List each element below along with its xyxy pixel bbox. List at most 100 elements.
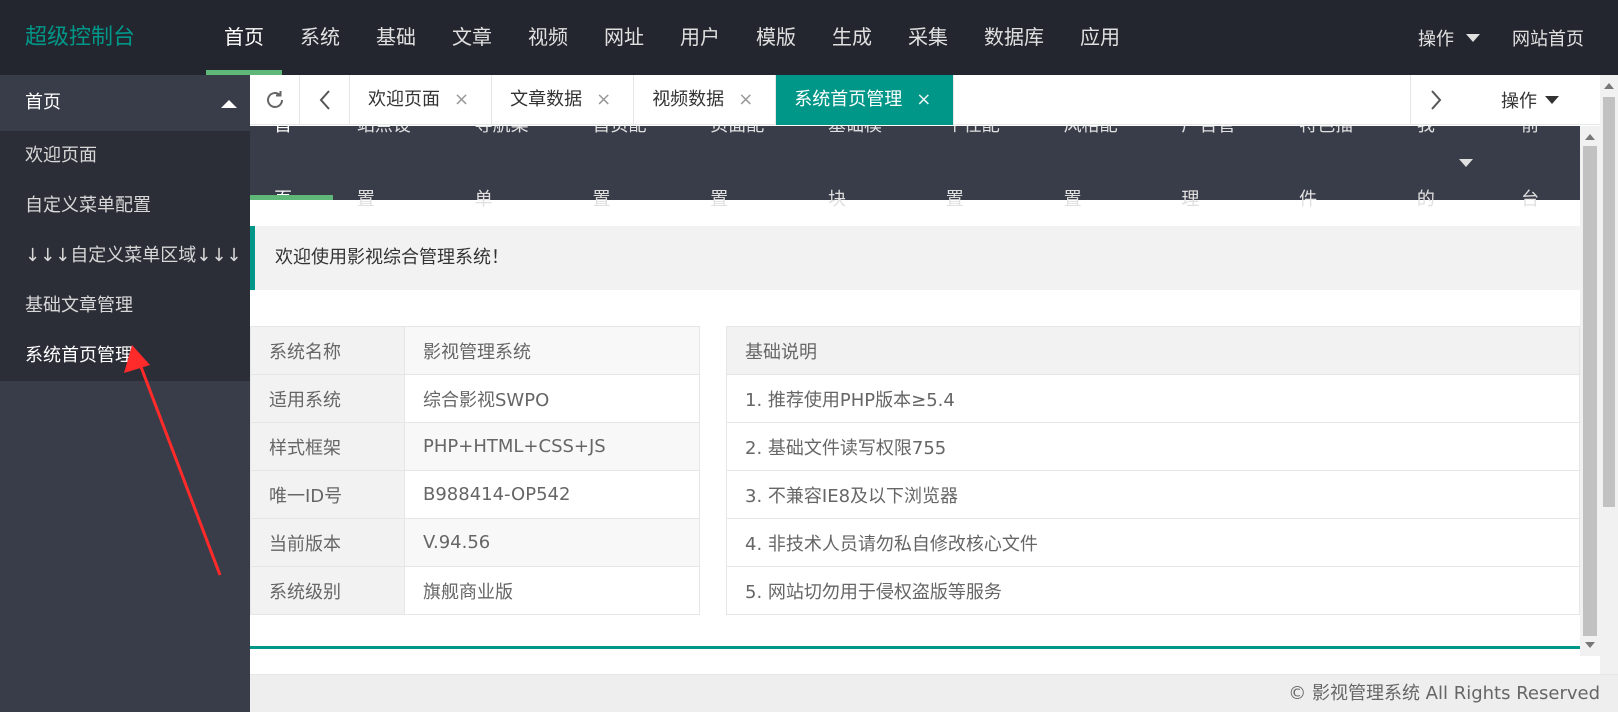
table-row: 系统级别 旗舰商业版 [250, 566, 700, 615]
tab-ops-dropdown[interactable]: 操作 [1460, 75, 1600, 125]
system-info-table: 系统名称 影视管理系统 适用系统 综合影视SWPO 样式框架 PHP+HTML+CSS… [250, 326, 700, 615]
scroll-up-icon[interactable] [1585, 134, 1595, 140]
subnav-nav-menu[interactable]: 导航菜单 [451, 126, 569, 210]
note-item: 2. 基础文件读写权限755 [726, 422, 1580, 471]
subnav-ad-management[interactable]: 广告管理 [1157, 126, 1275, 210]
table-row: 5. 网站切勿用于侵权盗版等服务 [726, 566, 1580, 615]
close-icon[interactable]: × [596, 75, 611, 125]
top-nav-database[interactable]: 数据库 [966, 0, 1062, 75]
brand-title[interactable]: 超级控制台 [25, 0, 135, 75]
subnav-mine-dropdown[interactable]: 我的 [1393, 126, 1497, 210]
subnav-site-settings[interactable]: 站点设置 [333, 126, 451, 210]
table-row: 唯一ID号 B988414-OP542 [250, 470, 700, 519]
tab-list: 欢迎页面 × 文章数据 × 视频数据 × 系统首页管理 × [350, 75, 955, 125]
subnav-style-config[interactable]: 风格配置 [1040, 126, 1158, 210]
note-item: 3. 不兼容IE8及以下浏览器 [726, 470, 1580, 519]
table-row: 适用系统 综合影视SWPO [250, 374, 700, 423]
sidebar-item-custom-menu-config[interactable]: 自定义菜单配置 [0, 181, 250, 231]
top-nav-system[interactable]: 系统 [282, 0, 358, 75]
sidebar-group-home[interactable]: 首页 [0, 75, 250, 131]
tab-article-data[interactable]: 文章数据 × [492, 75, 635, 125]
subnav-home-config[interactable]: 首页配置 [568, 126, 686, 210]
table-row: 1. 推荐使用PHP版本≥5.4 [726, 374, 1580, 423]
tab-ops-label: 操作 [1501, 91, 1537, 112]
info-key: 唯一ID号 [250, 470, 405, 519]
tab-next-button[interactable] [1410, 75, 1460, 125]
tab-welcome[interactable]: 欢迎页面 × [350, 75, 493, 125]
table-row: 4. 非技术人员请勿私自修改核心文件 [726, 518, 1580, 567]
top-ops-label: 操作 [1418, 28, 1454, 50]
subnav-home[interactable]: 首页 [250, 126, 333, 210]
top-nav-generate[interactable]: 生成 [814, 0, 890, 75]
caret-down-icon [1459, 159, 1474, 167]
sidebar-group-label: 首页 [25, 92, 61, 113]
welcome-notice: 欢迎使用影视综合管理系统！ [250, 226, 1580, 290]
frame-scrollbar-thumb[interactable] [1583, 146, 1597, 636]
info-value: B988414-OP542 [404, 470, 700, 519]
footer-copyright: © 影视管理系统 All Rights Reserved [250, 674, 1618, 712]
basic-notes-table: 基础说明 1. 推荐使用PHP版本≥5.4 2. 基础文件读写权限755 3. … [726, 326, 1580, 615]
tab-label: 文章数据 [510, 89, 583, 110]
note-item: 1. 推荐使用PHP版本≥5.4 [726, 374, 1580, 423]
subnav-mine-label: 我的 [1416, 126, 1435, 210]
tab-label: 系统首页管理 [794, 89, 903, 110]
top-right-menu: 操作 网站首页 [1418, 0, 1584, 75]
sidebar-submenu: 欢迎页面 自定义菜单配置 ↓↓↓自定义菜单区域↓↓↓ 基础文章管理 系统首页管理 [0, 131, 250, 381]
page-scrollbar[interactable] [1600, 75, 1618, 712]
top-nav: 首页 系统 基础 文章 视频 网址 用户 模版 生成 采集 数据库 应用 [206, 0, 1138, 75]
tab-label: 视频数据 [652, 89, 725, 110]
subnav-frontend[interactable]: 前台 [1497, 126, 1580, 210]
frame-bottom-divider [250, 646, 1580, 656]
frame-scrollbar[interactable] [1580, 126, 1600, 656]
subnav-page-config[interactable]: 页面配置 [686, 126, 804, 210]
info-key: 样式框架 [250, 422, 405, 471]
info-value: 影视管理系统 [404, 326, 700, 375]
top-nav-basic[interactable]: 基础 [358, 0, 434, 75]
tab-home-management[interactable]: 系统首页管理 × [776, 75, 955, 125]
scroll-up-icon[interactable] [1604, 83, 1614, 89]
refresh-button[interactable] [250, 75, 300, 125]
table-row: 3. 不兼容IE8及以下浏览器 [726, 470, 1580, 519]
sidebar-item-custom-menu-area[interactable]: ↓↓↓自定义菜单区域↓↓↓ [0, 231, 250, 281]
tab-bar: 欢迎页面 × 文章数据 × 视频数据 × 系统首页管理 × 操作 [250, 75, 1600, 125]
close-icon[interactable]: × [738, 75, 753, 125]
top-nav-video[interactable]: 视频 [510, 0, 586, 75]
info-value: 综合影视SWPO [404, 374, 700, 423]
top-nav-url[interactable]: 网址 [586, 0, 662, 75]
caret-up-icon [221, 100, 237, 108]
sidebar-item-article-management[interactable]: 基础文章管理 [0, 281, 250, 331]
chevron-right-icon [1430, 90, 1441, 110]
note-item: 5. 网站切勿用于侵权盗版等服务 [726, 566, 1580, 615]
info-key: 当前版本 [250, 518, 405, 567]
top-nav-template[interactable]: 模版 [738, 0, 814, 75]
scroll-down-icon[interactable] [1585, 642, 1595, 648]
annotation-arrow-icon [124, 345, 222, 576]
sub-nav: 首页 站点设置 导航菜单 首页配置 页面配置 基础模块 个性配置 风格配置 广告… [250, 126, 1580, 210]
site-home-link[interactable]: 网站首页 [1512, 25, 1584, 51]
tab-prev-button[interactable] [300, 75, 350, 125]
info-value: PHP+HTML+CSS+JS [404, 422, 700, 471]
subnav-personal-config[interactable]: 个性配置 [922, 126, 1040, 210]
info-key: 系统名称 [250, 326, 405, 375]
subnav-plugins[interactable]: 特色插件 [1275, 126, 1393, 210]
table-row: 当前版本 V.94.56 [250, 518, 700, 567]
top-nav-home[interactable]: 首页 [206, 0, 282, 75]
top-nav-article[interactable]: 文章 [434, 0, 510, 75]
close-icon[interactable]: × [454, 75, 469, 125]
chevron-left-icon [319, 90, 330, 110]
top-nav-user[interactable]: 用户 [662, 0, 738, 75]
top-nav-apps[interactable]: 应用 [1062, 0, 1138, 75]
info-value: V.94.56 [404, 518, 700, 567]
table-row: 系统名称 影视管理系统 [250, 326, 700, 375]
info-key: 系统级别 [250, 566, 405, 615]
scrollbar-thumb[interactable] [1603, 97, 1615, 507]
top-nav-collect[interactable]: 采集 [890, 0, 966, 75]
refresh-icon [266, 91, 283, 108]
tab-video-data[interactable]: 视频数据 × [634, 75, 777, 125]
tab-label: 欢迎页面 [368, 89, 440, 110]
caret-down-icon [1466, 33, 1480, 42]
top-ops-dropdown[interactable]: 操作 [1418, 25, 1480, 51]
subnav-base-modules[interactable]: 基础模块 [804, 126, 922, 210]
sidebar-item-welcome[interactable]: 欢迎页面 [0, 131, 250, 181]
close-icon[interactable]: × [916, 75, 931, 125]
